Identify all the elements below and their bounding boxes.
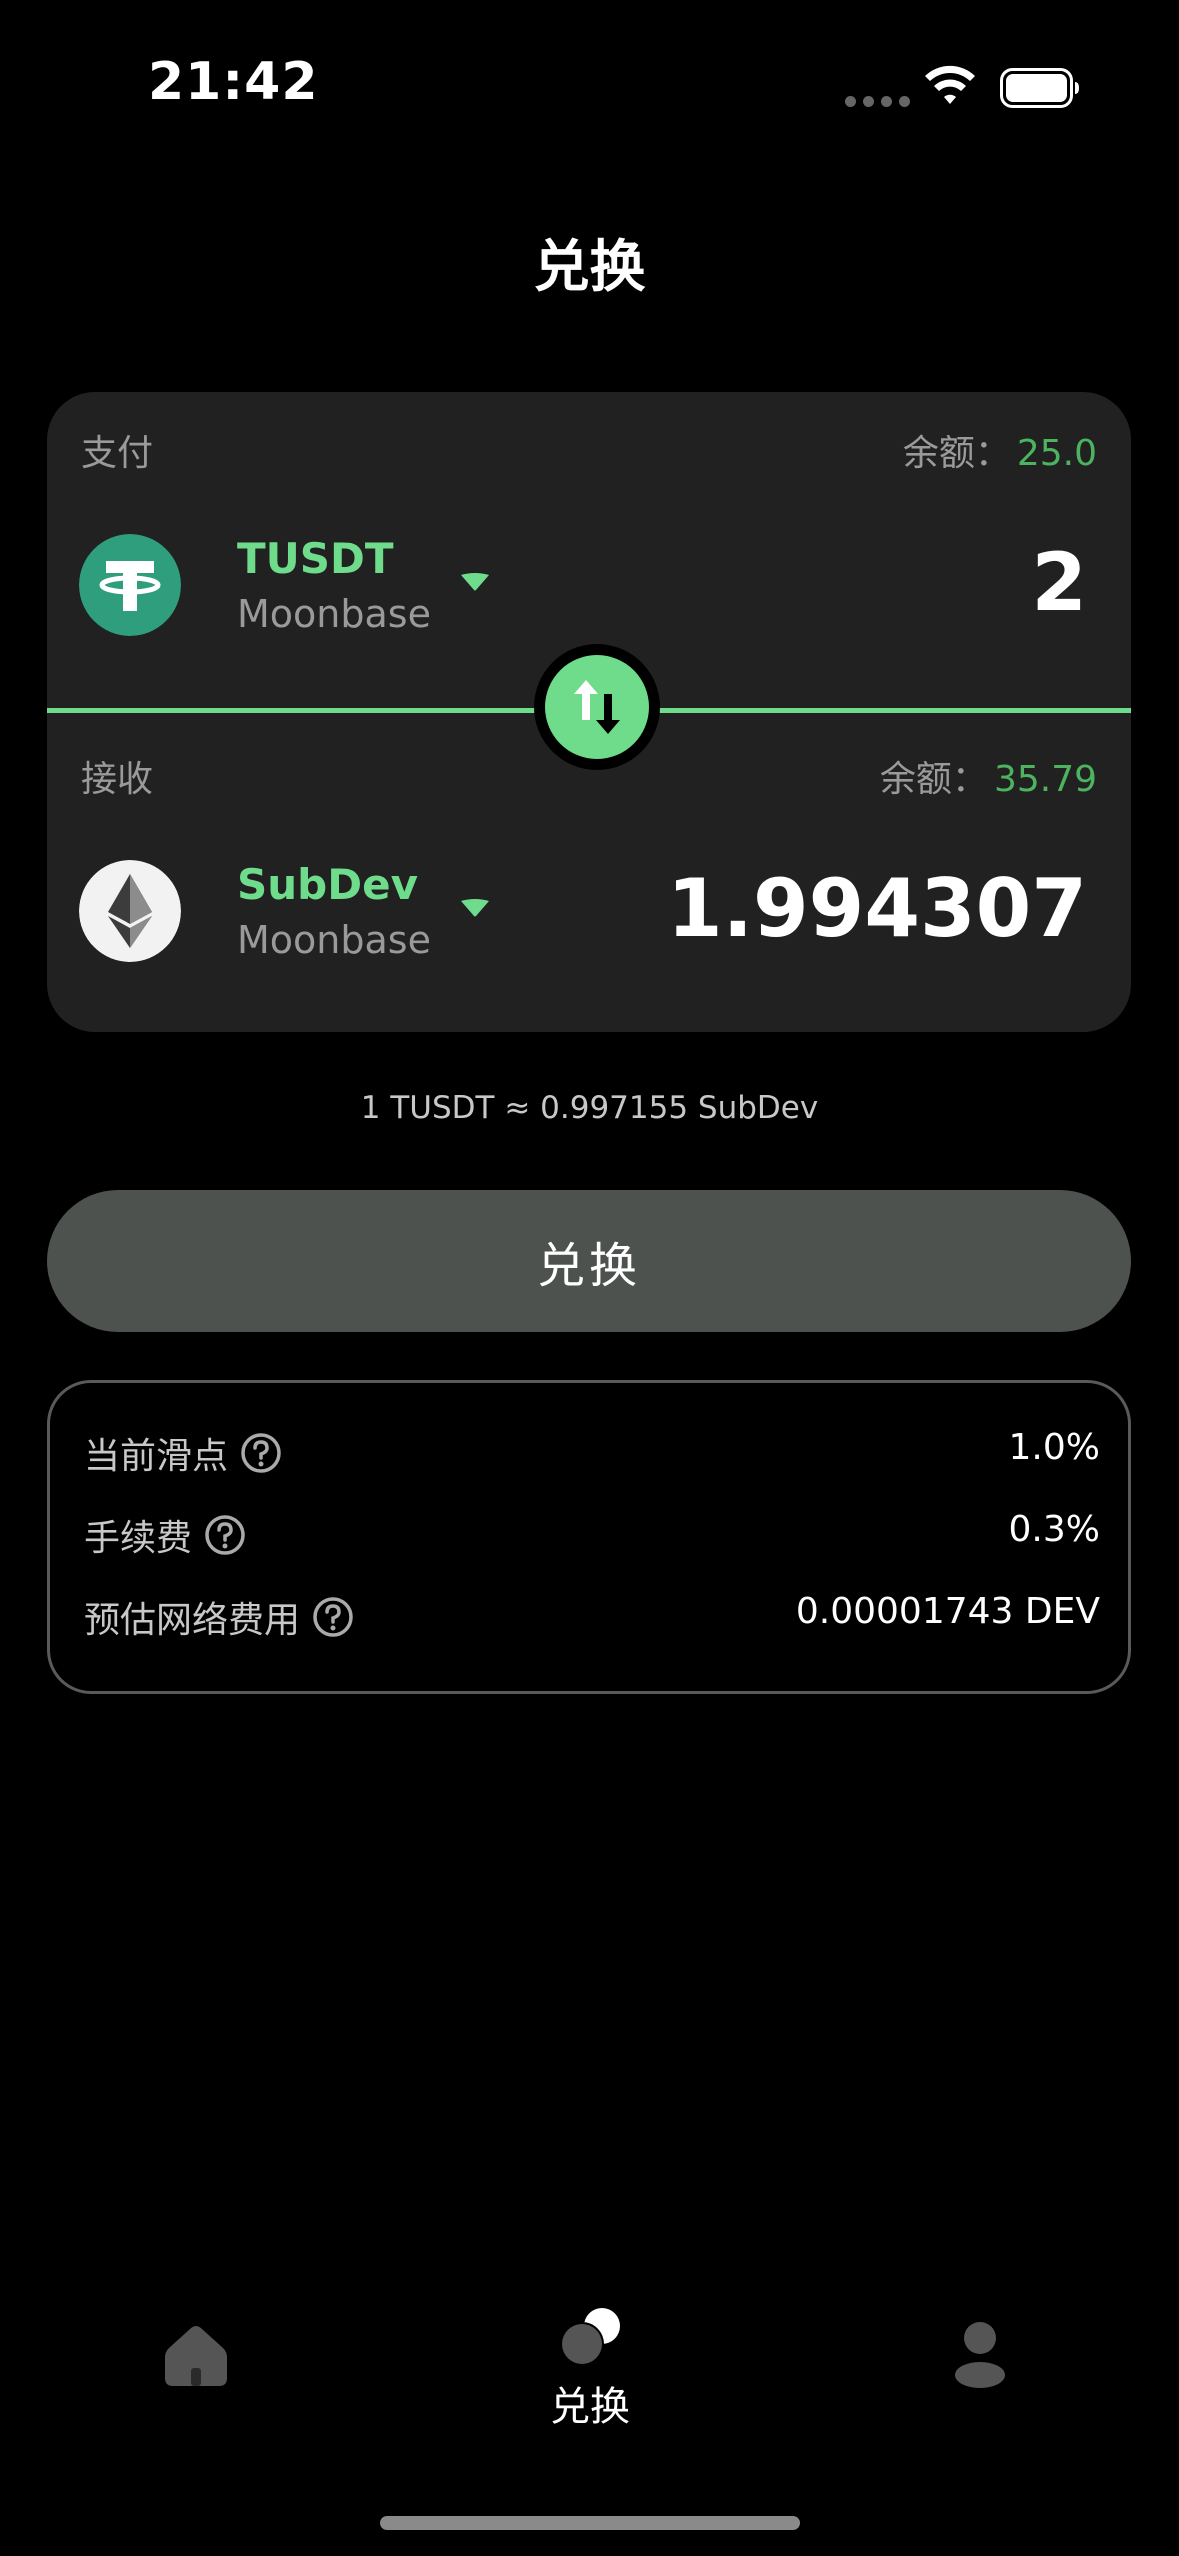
tab-swap[interactable]: 兑换 (510, 2300, 670, 2450)
pay-label: 支付 (81, 433, 154, 474)
slippage-value: 1.0% (1008, 1427, 1100, 1468)
status-bar: 21:42 (0, 0, 1179, 170)
swap-direction-button[interactable] (534, 644, 660, 770)
receive-balance-value: 35.79 (993, 759, 1097, 800)
network-fee-label: 预估网络费用 (84, 1600, 301, 1641)
slippage-row: 当前滑点 1.0% (84, 1421, 1100, 1481)
pay-token-name: TUSDT (237, 534, 394, 583)
home-indicator (380, 2516, 800, 2530)
receive-balance-label: 余额： (879, 759, 988, 800)
fee-row: 手续费 0.3% (84, 1503, 1100, 1563)
page-title: 兑换 (533, 235, 646, 300)
wifi-icon (925, 65, 975, 104)
network-fee-row: 预估网络费用 0.00001743 DEV (84, 1585, 1100, 1645)
receive-token-selector[interactable]: SubDev Moonbase (229, 860, 509, 970)
slippage-label: 当前滑点 (84, 1436, 229, 1477)
swap-icon (560, 2308, 620, 2366)
tether-icon (79, 534, 181, 636)
pay-token-chain: Moonbase (237, 592, 431, 636)
pay-token-selector[interactable]: TUSDT Moonbase (229, 534, 509, 644)
pay-balance-label: 余额： (902, 433, 1011, 474)
tab-swap-label: 兑换 (550, 2384, 630, 2430)
receive-token-name: SubDev (237, 860, 418, 909)
receive-amount: 1.994307 (666, 862, 1087, 955)
tab-profile[interactable] (900, 2300, 1060, 2450)
caret-down-icon (461, 899, 489, 917)
caret-down-icon (461, 573, 489, 591)
ethereum-icon (79, 860, 181, 962)
pay-balance-value: 25.0 (1016, 433, 1097, 474)
help-icon[interactable] (240, 1432, 282, 1474)
receive-token-row: SubDev Moonbase 1.994307 (79, 860, 1099, 970)
swap-info-card: 当前滑点 1.0% 手续费 0.3% 预估网络费用 0.00001743 DEV (47, 1380, 1131, 1694)
battery-icon (1000, 68, 1079, 108)
fee-value: 0.3% (1008, 1509, 1100, 1550)
pay-amount-input[interactable]: 2 (1031, 536, 1087, 629)
profile-icon (955, 2322, 1005, 2388)
receive-balance: 余额： 35.79 (880, 750, 1097, 802)
receive-label: 接收 (81, 759, 154, 800)
home-icon (165, 2326, 227, 2386)
signal-icon (845, 96, 910, 107)
network-fee-value: 0.00001743 DEV (795, 1591, 1100, 1632)
swap-button[interactable]: 兑换 (47, 1190, 1131, 1332)
pay-balance: 余额： 25.0 (903, 424, 1097, 476)
swap-card: 支付 余额： 25.0 TUSDT Moonbase 2 接收 余额： 35.7… (47, 392, 1131, 1032)
fee-label: 手续费 (84, 1518, 193, 1559)
tab-home[interactable] (116, 2300, 276, 2450)
exchange-rate: 1 TUSDT ≈ 0.997155 SubDev (360, 1090, 819, 1126)
help-icon[interactable] (312, 1596, 354, 1638)
pay-token-row: TUSDT Moonbase 2 (79, 534, 1099, 644)
receive-token-chain: Moonbase (237, 918, 431, 962)
tab-bar: 兑换 (0, 2300, 1179, 2460)
swap-arrows-icon (574, 680, 620, 734)
help-icon[interactable] (204, 1514, 246, 1556)
status-time: 21:42 (148, 52, 319, 112)
